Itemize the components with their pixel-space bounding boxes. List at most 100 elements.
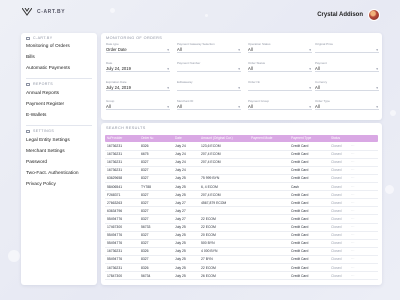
filter-field[interactable]: Payment All ▾ (315, 61, 379, 72)
filter-value[interactable]: Order Date ▾ (106, 46, 170, 53)
table-row[interactable]: 27663263 8327 July 27 4567,879 ECOM Credit C… (105, 200, 378, 208)
reports-header-label: REPORTS (33, 82, 54, 86)
sidebar-item-merchant-settings[interactable]: Merchant Settings (21, 147, 97, 157)
filter-value[interactable]: July 24, 2019 ▾ (106, 65, 170, 72)
table-row[interactable]: 16736231 8326 July 25 22 ECOM Credit Card Clo… (105, 265, 378, 273)
user-menu[interactable]: Crystal Addison (317, 9, 380, 21)
avatar[interactable] (368, 9, 380, 21)
filter-value[interactable]: All ▾ (248, 103, 312, 110)
more-icon[interactable]: ⋯ (351, 184, 357, 192)
sidebar-item-bills[interactable]: Bills (21, 53, 97, 63)
filter-field[interactable]: Payment Number ▾ (177, 61, 241, 72)
filter-field[interactable]: Order Type All ▾ (315, 99, 379, 110)
filter-field[interactable]: Order Status All ▾ (248, 61, 312, 72)
filter-field[interactable]: Currency All ▾ (315, 80, 379, 91)
column-header[interactable]: Payment Mode (251, 135, 272, 142)
filter-value[interactable]: ▾ (177, 84, 241, 91)
table-row[interactable]: 16736231 6675 July 24 207,4 ECOM Credit Card… (105, 151, 378, 159)
filter-field[interactable]: Group All ▾ (106, 99, 170, 110)
more-icon[interactable]: ⋯ (351, 240, 357, 248)
column-header[interactable]: Amount (Original Cur.) (201, 135, 233, 142)
table-row[interactable]: 16736231 8326 July 25 4 000 BYN Credit Card C… (105, 248, 378, 256)
more-icon[interactable]: ⋯ (351, 248, 357, 256)
table-row[interactable]: 17467300 56733 July 25 22 ECOM Credit Card Cl… (105, 224, 378, 232)
filter-value[interactable]: All ▾ (177, 103, 241, 110)
more-icon[interactable]: ⋯ (351, 175, 357, 183)
more-icon[interactable]: ⋯ (351, 208, 357, 216)
table-row[interactable]: 63629658 8327 July 25 75 999 BYN Credit Card… (105, 175, 378, 184)
table-cell: July 27 (175, 216, 186, 221)
filter-value-text: All (248, 104, 253, 109)
filter-value[interactable]: All ▾ (248, 65, 312, 72)
sidebar-item-password[interactable]: Password (21, 158, 97, 168)
more-icon[interactable]: ⋯ (351, 143, 357, 151)
more-icon[interactable]: ⋯ (351, 200, 357, 208)
filter-value[interactable]: All ▾ (177, 46, 241, 53)
filter-value[interactable]: ▾ (177, 65, 241, 72)
more-icon[interactable]: ⋯ (351, 167, 357, 175)
more-icon[interactable]: ⋯ (351, 151, 357, 159)
column-header[interactable]: №Provider (107, 135, 122, 142)
table-cell: July 25 (175, 184, 186, 189)
filter-field[interactable]: Date type Order Date ▾ (106, 42, 170, 53)
filter-value-text: July 24, 2019 (106, 85, 131, 90)
filter-value-text: All (106, 104, 111, 109)
table-row[interactable]: 63634796 8327 July 27 Credit Card Closed ⋯ (105, 208, 378, 216)
filter-field[interactable]: Payment Group All ▾ (248, 99, 312, 110)
filter-value[interactable]: ▾ (315, 46, 379, 53)
filter-value[interactable]: All ▾ (248, 46, 312, 53)
filter-value[interactable]: All ▾ (106, 103, 170, 110)
filter-field[interactable]: Order № ▾ (248, 80, 312, 91)
more-icon[interactable]: ⋯ (351, 224, 357, 232)
table-row[interactable]: 55494776 8327 July 25 500 BYN Credit Card Clo… (105, 240, 378, 248)
more-icon[interactable]: ⋯ (351, 192, 357, 200)
filter-field[interactable]: EdGateway ▾ (177, 80, 241, 91)
table-row[interactable]: 58406541 TY788 July 25 6, 4 ECOM Cash Closed ⋯ (105, 184, 378, 192)
table-cell: July 27 (175, 208, 186, 213)
filter-field[interactable]: Date July 24, 2019 ▾ (106, 61, 170, 72)
column-header[interactable]: Date (175, 135, 182, 142)
filter-value[interactable]: All ▾ (315, 65, 379, 72)
sidebar-item-automatic-payments[interactable]: Automatic Payments (21, 64, 97, 74)
table-row[interactable]: 17847300 56734 July 25 26 ECOM Credit Card Cl… (105, 273, 378, 281)
filter-field[interactable]: Merchant ID All ▾ (177, 99, 241, 110)
more-icon[interactable]: ⋯ (351, 232, 357, 240)
chevron-down-icon: ▾ (376, 67, 378, 71)
sidebar-item-legal-entity-settings[interactable]: Legal Entity Settings (21, 136, 97, 146)
table-row[interactable]: F268371 8327 July 25 207,4 ECOM Credit Card C… (105, 192, 378, 200)
sidebar-item-privacy-policy[interactable]: Privacy Policy (21, 180, 97, 190)
table-cell: Credit Card (291, 192, 309, 197)
more-icon[interactable]: ⋯ (351, 216, 357, 224)
sidebar-item-payment-register[interactable]: Payment Register (21, 100, 97, 110)
status-text: Closed (331, 241, 342, 246)
more-icon[interactable]: ⋯ (351, 265, 357, 273)
more-icon[interactable]: ⋯ (351, 159, 357, 167)
filter-field[interactable]: Payment Gateway Selection All ▾ (177, 42, 241, 53)
filter-value[interactable]: July 24, 2019 ▾ (106, 84, 170, 91)
column-header[interactable]: Status (331, 135, 340, 142)
table-cell: 22 ECOM (201, 225, 216, 229)
table-row[interactable]: 55494776 8327 July 27 22 ECOM Credit Card Clo… (105, 216, 378, 224)
results-table-header: №Provider Order № Date Amount (Original Cur… (105, 135, 378, 142)
filter-value[interactable]: All ▾ (315, 103, 379, 110)
table-row[interactable]: 55494776 8327 July 25 27 BYN Credit Card Clos… (105, 256, 378, 265)
sidebar-item-annual-reports[interactable]: Annual Reports (21, 89, 97, 99)
filter-value[interactable]: All ▾ (315, 84, 379, 91)
filter-field[interactable]: Operation Status All ▾ (248, 42, 312, 53)
filter-field[interactable]: Expiration Date July 24, 2019 ▾ (106, 80, 170, 91)
filter-field[interactable]: Original Price ▾ (315, 42, 379, 53)
sidebar-item-two-fact-authentication[interactable]: Two-Fact. Authentication (21, 169, 97, 179)
table-row[interactable]: 55494776 8327 July 25 20 ECOM Credit Card Clo… (105, 232, 378, 240)
sidebar-item-e-wallets[interactable]: E-Wallets (21, 111, 97, 121)
table-row[interactable]: 16736231 8327 July 24 207,4 ECOM Credit Card… (105, 159, 378, 167)
table-row[interactable]: 16736231 8327 July 24 Credit Card Closed ⋯ (105, 167, 378, 175)
filter-value[interactable]: ▾ (248, 84, 312, 91)
table-row[interactable]: 16736231 8326 July 24 123,6 ECOM Credit Card… (105, 143, 378, 151)
table-cell: 55494776 (107, 233, 123, 238)
brand-logo[interactable]: C-ART.BY (22, 8, 65, 16)
sidebar-item-monitoring-of-orders[interactable]: Monitoring of Orders (21, 42, 97, 52)
column-header[interactable]: Payment Type (291, 135, 311, 142)
column-header[interactable]: Order № (141, 135, 153, 142)
more-icon[interactable]: ⋯ (351, 273, 357, 281)
more-icon[interactable]: ⋯ (351, 256, 357, 264)
